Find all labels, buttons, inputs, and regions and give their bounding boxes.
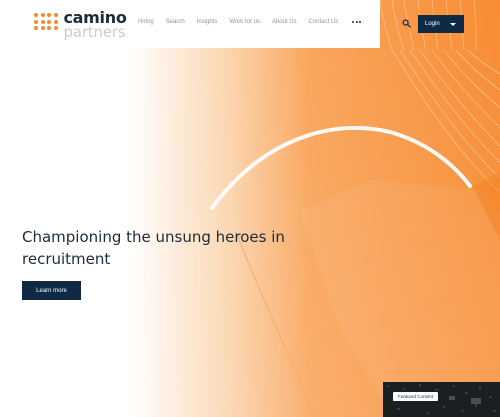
learn-more-button[interactable]: Learn more xyxy=(22,281,81,300)
login-button[interactable]: Login xyxy=(418,15,464,33)
nav-item-work-for-us[interactable]: Work for us xyxy=(229,19,260,25)
featured-content-badge: Featured Content xyxy=(393,392,439,401)
more-dots-icon[interactable] xyxy=(352,21,362,23)
search-icon[interactable] xyxy=(402,19,411,28)
logo-wordmark-partners: partners xyxy=(63,23,126,41)
nav-item-insights[interactable]: Insights xyxy=(197,19,218,25)
login-label: Login xyxy=(425,21,440,27)
nav-item-hiring[interactable]: Hiring xyxy=(138,19,154,25)
site-header: camino partners Hiring Search Insights W… xyxy=(0,0,380,48)
logo-text: camino partners xyxy=(64,10,127,40)
main-nav: Hiring Search Insights Work for us About… xyxy=(138,19,362,25)
nav-item-search[interactable]: Search xyxy=(166,19,185,25)
logo[interactable]: camino partners xyxy=(34,10,127,40)
hero-background xyxy=(0,0,500,417)
hero-headline: Championing the unsung heroes in recruit… xyxy=(22,228,285,268)
logo-dots-icon xyxy=(34,13,58,30)
nav-item-about-us[interactable]: About Us xyxy=(272,19,297,25)
nav-item-contact-us[interactable]: Contact Us xyxy=(309,19,339,25)
caret-down-icon xyxy=(450,22,456,26)
featured-video-card[interactable]: Featured Content xyxy=(383,382,500,417)
